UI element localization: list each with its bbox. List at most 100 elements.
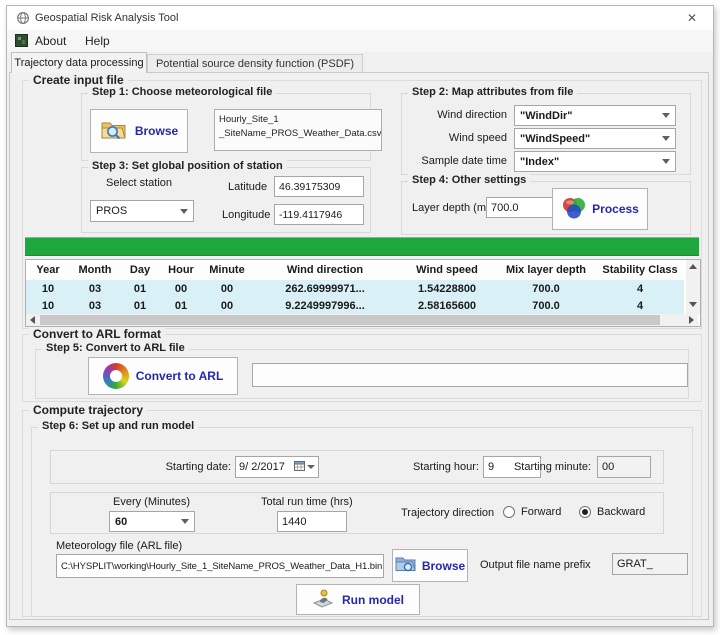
browse-met-file-label: Browse	[135, 124, 178, 138]
browse-met-file-button[interactable]: Browse	[90, 109, 188, 153]
starting-date-value: 9/ 2/2017	[239, 461, 285, 473]
wind-speed-combo[interactable]: "WindSpeed"	[514, 128, 676, 149]
col-wind-direction[interactable]: Wind direction	[252, 260, 398, 280]
wind-direction-label: Wind direction	[402, 109, 507, 121]
station-combo[interactable]: PROS	[90, 200, 194, 222]
longitude-label: Longitude	[222, 209, 270, 221]
progress-bar	[25, 237, 699, 256]
browse-arl-button[interactable]: Browse	[392, 549, 468, 582]
longitude-input[interactable]: -119.4117946	[274, 204, 364, 225]
convert-arl-group: Convert to ARL format Step 5: Convert to…	[22, 334, 702, 402]
step5-group: Step 5: Convert to ARL file Convert to A…	[35, 349, 689, 399]
met-file-display: Hourly_Site_1 _SiteName_PROS_Weather_Dat…	[214, 109, 382, 151]
scroll-down-icon[interactable]	[689, 302, 697, 307]
met-file-line1: Hourly_Site_1	[219, 113, 279, 127]
met-arl-file-label: Meteorology file (ARL file)	[56, 540, 182, 552]
col-day[interactable]: Day	[120, 260, 160, 280]
backward-label: Backward	[597, 506, 645, 518]
menu-help[interactable]: Help	[79, 30, 116, 52]
step1-title: Step 1: Choose meteorological file	[88, 86, 276, 98]
process-button[interactable]: Process	[552, 188, 648, 230]
process-label: Process	[592, 202, 639, 216]
convert-to-arl-label: Convert to ARL	[136, 369, 224, 383]
backward-radio[interactable]	[579, 506, 591, 518]
step4-title: Step 4: Other settings	[408, 174, 530, 186]
start-time-panel: Starting date: 9/ 2/2017 Starting hour: …	[50, 450, 664, 484]
create-input-file-group: Create input file Step 1: Choose meteoro…	[22, 80, 702, 329]
every-minutes-label: Every (Minutes)	[113, 496, 190, 508]
color-ring-icon	[103, 363, 129, 389]
chevron-down-icon	[180, 209, 188, 214]
run-model-icon	[312, 587, 334, 612]
wind-speed-label: Wind speed	[402, 132, 507, 144]
convert-progress-field	[252, 363, 688, 387]
rgb-circles-icon	[561, 196, 587, 223]
wind-speed-value: "WindSpeed"	[520, 133, 590, 145]
forward-radio[interactable]	[503, 506, 515, 518]
calendar-icon	[294, 460, 305, 474]
sample-datetime-combo[interactable]: "Index"	[514, 151, 676, 172]
step4-group: Step 4: Other settings Layer depth (m) 7…	[401, 181, 691, 235]
app-icon	[16, 11, 30, 28]
col-month[interactable]: Month	[70, 260, 120, 280]
menu-about[interactable]: About	[29, 30, 72, 52]
latitude-input[interactable]: 46.39175309	[274, 176, 364, 197]
step6-group: Step 6: Set up and run model Starting da…	[31, 427, 693, 617]
forward-label: Forward	[521, 506, 561, 518]
col-stability-class[interactable]: Stability Class	[596, 260, 684, 280]
col-mix-layer-depth[interactable]: Mix layer depth	[496, 260, 596, 280]
folder-search-icon	[100, 119, 128, 144]
starting-minute-input[interactable]: 00	[597, 456, 651, 478]
sample-datetime-value: "Index"	[520, 156, 559, 168]
scroll-left-icon[interactable]	[30, 316, 35, 324]
step3-group: Step 3: Set global position of station S…	[81, 167, 371, 233]
scrollbar-thumb[interactable]	[40, 315, 660, 325]
folder-blue-search-icon	[395, 555, 417, 576]
total-run-time-label: Total run time (hrs)	[261, 496, 353, 508]
met-file-line2: _SiteName_PROS_Weather_Data.csv	[219, 127, 381, 141]
tab-psdf[interactable]: Potential source density function (PSDF)	[147, 54, 363, 73]
step1-group: Step 1: Choose meteorological file Brows…	[81, 93, 371, 161]
browse-arl-label: Browse	[422, 559, 465, 573]
chevron-down-icon	[181, 519, 189, 524]
every-minutes-combo[interactable]: 60	[109, 511, 195, 532]
run-model-label: Run model	[342, 593, 404, 607]
starting-hour-label: Starting hour:	[395, 461, 479, 473]
col-hour[interactable]: Hour	[160, 260, 202, 280]
compute-trajectory-group: Compute trajectory Step 6: Set up and ru…	[22, 410, 702, 617]
col-minute[interactable]: Minute	[202, 260, 252, 280]
step5-title: Step 5: Convert to ARL file	[42, 342, 189, 354]
convert-arl-title: Convert to ARL format	[29, 327, 165, 341]
create-input-file-title: Create input file	[29, 73, 128, 87]
sample-datetime-label: Sample date time	[402, 155, 507, 167]
starting-date-label: Starting date:	[111, 461, 231, 473]
weather-data-table: Year Month Day Hour Minute Wind directio…	[25, 259, 701, 327]
wind-direction-combo[interactable]: "WindDir"	[514, 105, 676, 126]
starting-date-picker[interactable]: 9/ 2/2017	[235, 456, 319, 478]
table-row[interactable]: 10 03 01 01 00 9.2249997996... 2.5816560…	[26, 297, 684, 314]
starting-minute-label: Starting minute:	[514, 461, 591, 473]
col-wind-speed[interactable]: Wind speed	[398, 260, 496, 280]
total-run-time-input[interactable]: 1440	[277, 511, 347, 532]
horizontal-scrollbar[interactable]	[26, 314, 698, 326]
trajectory-direction-label: Trajectory direction	[401, 507, 494, 519]
chevron-down-icon	[662, 159, 670, 164]
about-icon	[15, 34, 28, 50]
run-model-button[interactable]: Run model	[296, 584, 420, 615]
layer-depth-label: Layer depth (m)	[412, 202, 490, 214]
station-value: PROS	[96, 205, 127, 217]
convert-to-arl-button[interactable]: Convert to ARL	[88, 357, 238, 395]
met-arl-file-input[interactable]: C:\HYSPLIT\working\Hourly_Site_1_SiteNam…	[56, 554, 384, 578]
tab-trajectory-data-processing[interactable]: Trajectory data processing	[11, 52, 147, 73]
wind-direction-value: "WindDir"	[520, 110, 573, 122]
scroll-up-icon[interactable]	[689, 264, 697, 269]
table-row[interactable]: 10 03 01 00 00 262.69999971... 1.5422880…	[26, 280, 684, 297]
output-prefix-input[interactable]: GRAT_	[612, 553, 688, 575]
menu-bar: About Help	[7, 30, 713, 52]
scroll-right-icon[interactable]	[689, 316, 694, 324]
close-button[interactable]: ✕	[671, 6, 713, 30]
latitude-label: Latitude	[228, 181, 267, 193]
every-minutes-value: 60	[115, 516, 127, 528]
vertical-scrollbar[interactable]	[686, 260, 700, 314]
col-year[interactable]: Year	[26, 260, 70, 280]
